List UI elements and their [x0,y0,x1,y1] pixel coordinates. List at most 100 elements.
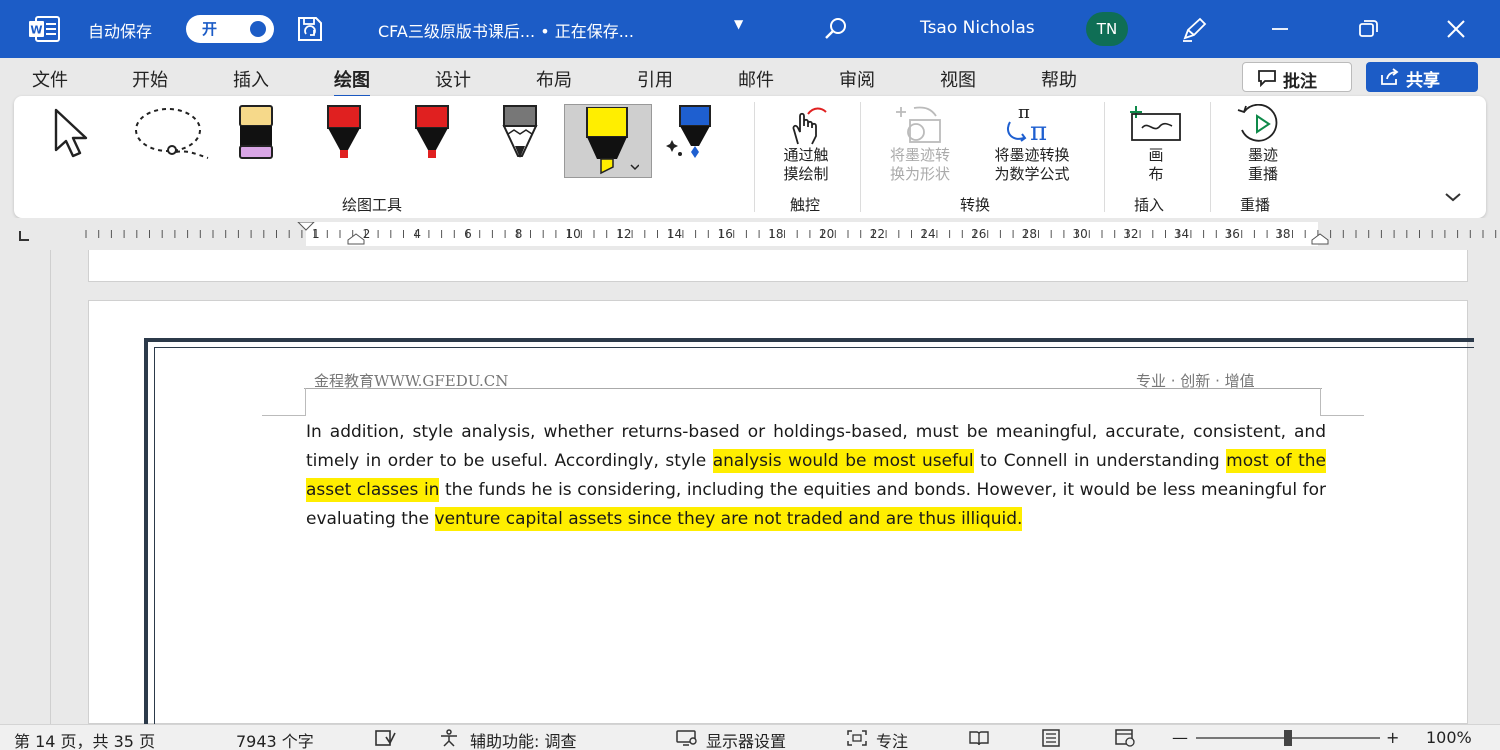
display-settings-label[interactable]: 显示器设置 [706,728,786,750]
eraser-icon[interactable] [234,104,278,162]
zoom-level[interactable]: 100% [1426,728,1472,747]
tab-layout[interactable]: 布局 [536,66,572,92]
ruler-label: 1 [312,227,320,241]
close-icon[interactable] [1442,16,1470,42]
ruler-label: 10 [566,227,581,241]
page-count[interactable]: 第 14 页，共 35 页 [14,728,155,750]
zoom-slider-thumb[interactable] [1284,730,1292,746]
ink-replay-label[interactable]: 墨迹 重播 [1228,146,1298,184]
comments-label: 批注 [1283,72,1317,92]
canvas-icon[interactable] [1128,104,1184,144]
tab-mailings[interactable]: 邮件 [738,66,774,92]
read-mode-icon[interactable] [968,729,990,747]
pen-icon[interactable] [1180,16,1208,42]
tab-design[interactable]: 设计 [435,66,471,92]
ruler-label: 28 [1022,227,1037,241]
accessibility-status[interactable]: 辅助功能: 调查 [470,728,576,750]
word-logo-icon: W [29,16,60,42]
web-layout-icon[interactable] [1114,729,1136,747]
group-label-drawing-tools: 绘图工具 [342,196,403,214]
ink-to-math-icon[interactable]: π π [1002,102,1062,146]
ink-to-math-label[interactable]: 将墨迹转换 为数学公式 [974,146,1090,184]
tab-stop-selector-icon[interactable] [18,230,30,242]
ruler-label: 4 [413,227,421,241]
touch-draw-icon[interactable] [784,104,830,146]
search-icon[interactable] [822,16,850,42]
autosave-state: 开 [202,20,218,38]
svg-text:π: π [1030,117,1047,146]
accessibility-icon[interactable] [438,729,460,747]
share-label: 共享 [1406,71,1440,91]
word-count[interactable]: 7943 个字 [236,728,314,750]
ribbon-divider [754,102,755,212]
ink-to-shape-label[interactable]: 将墨迹转 换为形状 [872,146,968,184]
ruler-label: 18 [768,227,783,241]
comments-button[interactable]: 批注 [1242,62,1352,92]
highlighted-text: analysis would be most useful [712,449,974,473]
zoom-out-button[interactable]: — [1172,728,1188,747]
chevron-down-icon[interactable] [1442,188,1464,206]
autosave-label: 自动保存 [88,22,153,41]
red-pen-icon[interactable] [324,104,364,162]
ruler-label: 16 [718,227,733,241]
svg-text:π: π [1018,102,1030,123]
user-name[interactable]: Tsao Nicholas [920,18,1035,38]
group-label-replay: 重播 [1240,196,1271,214]
print-layout-icon[interactable] [1040,729,1062,747]
tab-references[interactable]: 引用 [637,66,673,92]
avatar[interactable]: TN [1086,12,1128,46]
title-bar: W 自动保存 开 CFA三级原版书课后... • 正在保存... ▼ Tsao … [0,0,1500,58]
document-title[interactable]: CFA三级原版书课后... • 正在保存... [378,18,634,42]
comment-icon [1258,70,1276,87]
text-boundary-corner [262,388,306,416]
tab-home[interactable]: 开始 [132,66,168,92]
tab-file[interactable]: 文件 [32,66,68,92]
tab-draw[interactable]: 绘图 [334,66,370,98]
page-border-inner [154,347,1474,737]
group-label-convert: 转换 [960,196,991,214]
ruler-label: 26 [971,227,986,241]
ruler-label: 2 [363,227,371,241]
chevron-down-icon[interactable]: ▼ [734,17,743,31]
share-icon [1381,68,1399,85]
ink-replay-icon[interactable] [1234,104,1290,144]
select-arrow-icon[interactable] [52,108,108,160]
horizontal-ruler[interactable]: 1 2 4 6 8 10 12 14 16 18 20 22 24 26 28 30 32 34 36 38 [50,222,1500,246]
draw-with-touch-label[interactable]: 通过触 摸绘制 [766,146,846,184]
ruler-label: 8 [515,227,523,241]
previous-page-bottom [88,250,1468,282]
group-label-touch: 触控 [790,196,821,214]
canvas-label[interactable]: 画 布 [1126,146,1186,184]
minimize-icon[interactable] [1266,16,1294,42]
text-boundary-corner [1320,388,1364,416]
tab-help[interactable]: 帮助 [1041,66,1077,92]
highlighter-icon [586,107,639,175]
red-pen-icon[interactable] [412,104,452,162]
restore-icon[interactable] [1354,16,1382,42]
ruler-label: 14 [667,227,682,241]
ruler-label: 30 [1073,227,1088,241]
display-settings-icon[interactable] [676,729,698,747]
lasso-select-icon[interactable] [132,106,214,162]
autosave-toggle[interactable]: 开 [186,15,274,43]
ribbon-divider [1104,102,1105,212]
ink-to-shape-icon[interactable] [892,104,946,146]
ruler-label: 6 [464,227,472,241]
ruler-label: 34 [1174,227,1189,241]
share-button[interactable]: 共享 [1366,62,1478,92]
save-icon[interactable] [296,16,324,42]
galaxy-pen-icon[interactable] [666,104,718,162]
svg-text:W: W [30,24,42,37]
highlighter-tool[interactable] [564,104,652,178]
tab-view[interactable]: 视图 [940,66,976,92]
tab-insert[interactable]: 插入 [233,66,269,92]
tab-review[interactable]: 审阅 [839,66,875,92]
ruler-label: 38 [1275,227,1290,241]
ruler-label: 22 [870,227,885,241]
pencil-icon[interactable] [500,104,540,162]
body-paragraph[interactable]: In addition, style analysis, whether ret… [306,418,1326,534]
focus-icon[interactable] [846,729,868,747]
proofing-icon[interactable] [374,729,396,747]
zoom-in-button[interactable]: + [1386,728,1399,747]
focus-label[interactable]: 专注 [876,728,908,750]
